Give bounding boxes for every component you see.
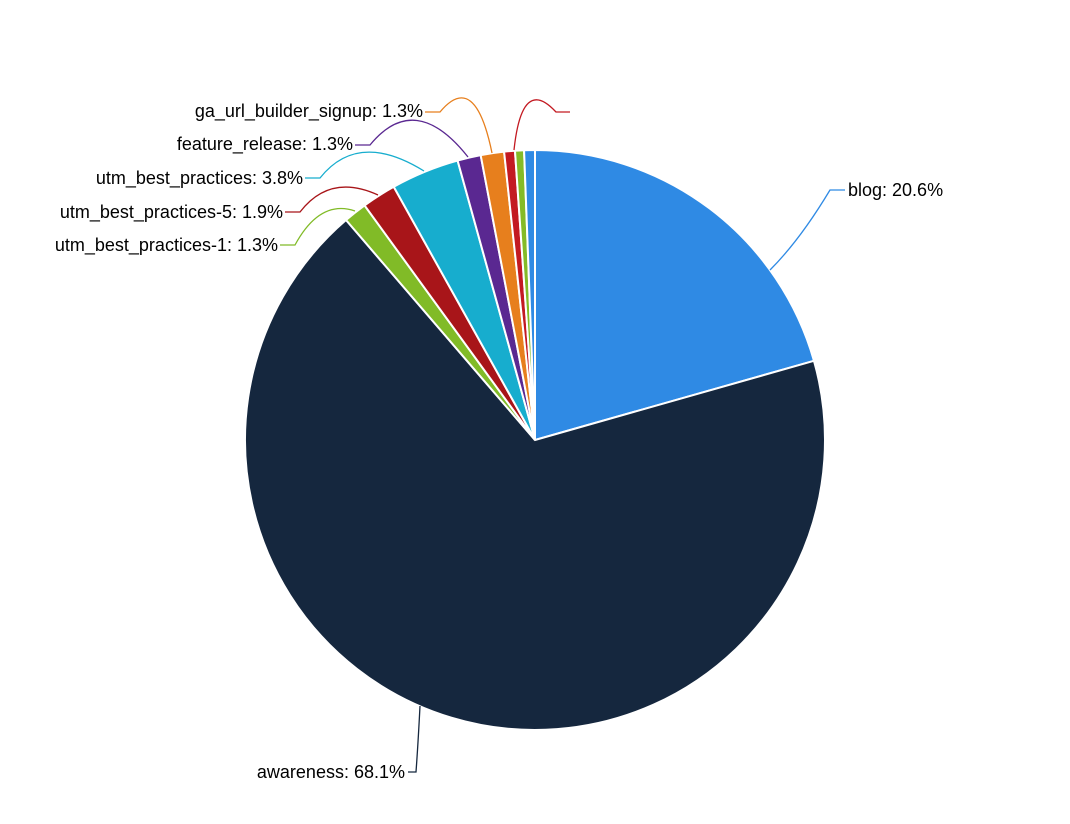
leader-ga-url-builder-signup [425,98,492,153]
leader-feature-release [355,120,468,157]
label-blog: blog: 20.6% [848,180,943,200]
label-utm-best-practices-1: utm_best_practices-1: 1.3% [55,235,278,256]
label-utm-best-practices: utm_best_practices: 3.8% [96,168,303,189]
pie-svg: blog: 20.6% awareness: 68.1% utm_best_pr… [0,0,1070,824]
pie-chart: blog: 20.6% awareness: 68.1% utm_best_pr… [0,0,1070,824]
label-awareness: awareness: 68.1% [257,762,405,782]
label-utm-best-practices-5: utm_best_practices-5: 1.9% [60,202,283,223]
leader-utm-best-practices [305,152,424,178]
leader-unlabeled-a [514,100,570,150]
leader-blog [770,190,845,270]
label-feature-release: feature_release: 1.3% [177,134,353,155]
label-ga-url-builder-signup: ga_url_builder_signup: 1.3% [195,101,423,122]
leader-awareness [408,706,420,772]
